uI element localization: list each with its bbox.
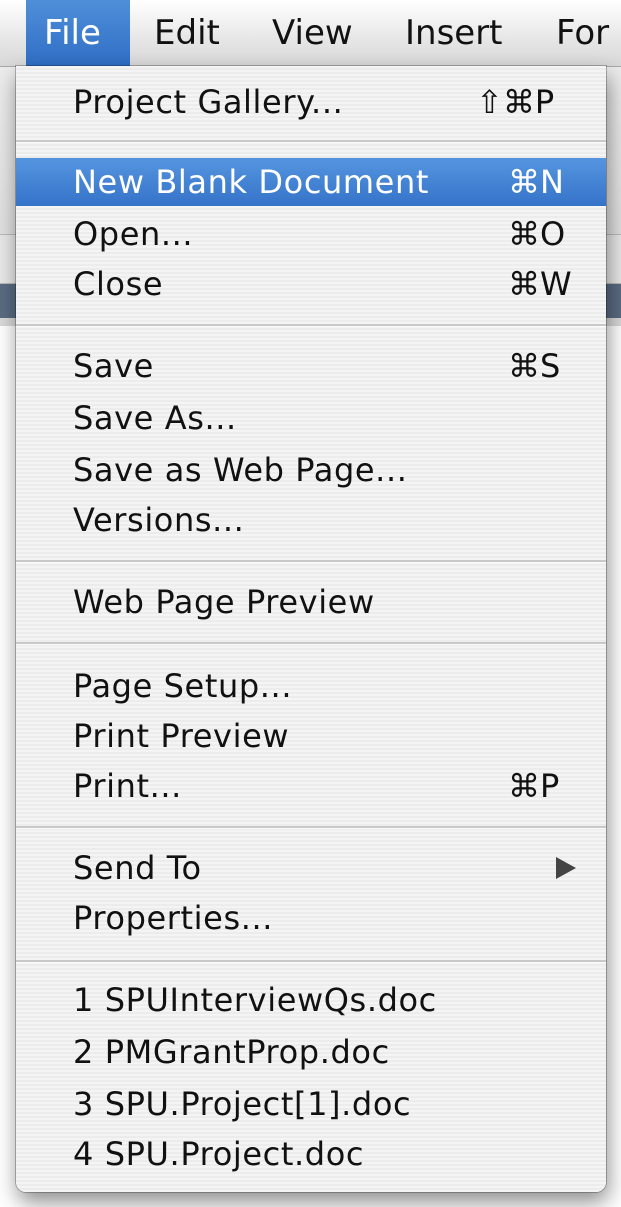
menu-item-label: Save: [73, 347, 154, 385]
submenu-arrow-icon: [556, 857, 576, 879]
separator: [16, 642, 606, 645]
menu-item-save-as-web-page[interactable]: Save as Web Page...: [16, 446, 606, 494]
shortcut: ⌘W: [508, 265, 572, 303]
menu-item-label: 3 SPU.Project[1].doc: [73, 1085, 412, 1123]
menu-item-label: 2 PMGrantProp.doc: [73, 1033, 390, 1071]
menu-item-label: Page Setup...: [73, 667, 293, 705]
menu-item-project-gallery[interactable]: Project Gallery... ⇧⌘P: [16, 78, 606, 126]
menu-item-save-as[interactable]: Save As...: [16, 394, 606, 442]
menu-item-web-page-preview[interactable]: Web Page Preview: [16, 578, 606, 626]
menu-edit[interactable]: Edit: [154, 0, 220, 66]
menu-item-label: Close: [73, 265, 164, 303]
menu-item-label: Print...: [73, 767, 182, 805]
menu-item-close[interactable]: Close ⌘W: [16, 260, 606, 308]
menu-item-label: Print Preview: [73, 717, 290, 755]
shortcut: ⌘O: [508, 215, 566, 253]
menu-item-send-to[interactable]: Send To: [16, 844, 606, 892]
recent-file-item[interactable]: 1 SPUInterviewQs.doc: [16, 976, 606, 1024]
menu-item-properties[interactable]: Properties...: [16, 894, 606, 942]
menu-item-label: 1 SPUInterviewQs.doc: [73, 981, 437, 1019]
separator: [16, 560, 606, 563]
menu-item-label: 4 SPU.Project.doc: [73, 1135, 365, 1173]
menu-item-label: Send To: [73, 849, 202, 887]
menu-item-label: New Blank Document: [73, 163, 429, 201]
menu-view[interactable]: View: [272, 0, 353, 66]
menu-item-label: Web Page Preview: [73, 583, 375, 621]
menu-item-label: Save as Web Page...: [73, 451, 408, 489]
menu-bar: File Edit View Insert For: [0, 0, 621, 67]
recent-file-item[interactable]: 3 SPU.Project[1].doc: [16, 1080, 606, 1128]
separator: [16, 324, 606, 327]
shortcut: ⌘S: [508, 347, 561, 385]
menu-item-label: Save As...: [73, 399, 237, 437]
menu-item-versions[interactable]: Versions...: [16, 496, 606, 544]
shortcut: ⌘P: [508, 767, 560, 805]
shortcut: ⌘N: [508, 163, 564, 201]
menu-item-print[interactable]: Print... ⌘P: [16, 762, 606, 810]
menu-item-open[interactable]: Open... ⌘O: [16, 210, 606, 258]
menu-item-label: Project Gallery...: [73, 83, 344, 121]
separator: [16, 140, 606, 143]
menu-item-save[interactable]: Save ⌘S: [16, 342, 606, 390]
recent-file-item[interactable]: 4 SPU.Project.doc: [16, 1130, 606, 1178]
shortcut: ⇧⌘P: [476, 83, 555, 121]
menu-insert[interactable]: Insert: [405, 0, 503, 66]
menu-item-new-blank-document[interactable]: New Blank Document ⌘N: [16, 158, 606, 206]
menu-item-label: Open...: [73, 215, 194, 253]
menu-item-page-setup[interactable]: Page Setup...: [16, 662, 606, 710]
menu-item-print-preview[interactable]: Print Preview: [16, 712, 606, 760]
menu-item-label: Versions...: [73, 501, 245, 539]
file-menu-dropdown: Project Gallery... ⇧⌘P New Blank Documen…: [16, 66, 606, 1192]
separator: [16, 960, 606, 963]
recent-file-item[interactable]: 2 PMGrantProp.doc: [16, 1028, 606, 1076]
menu-item-label: Properties...: [73, 899, 274, 937]
menu-file[interactable]: File: [26, 0, 130, 66]
menu-format[interactable]: For: [556, 0, 609, 66]
separator: [16, 826, 606, 829]
